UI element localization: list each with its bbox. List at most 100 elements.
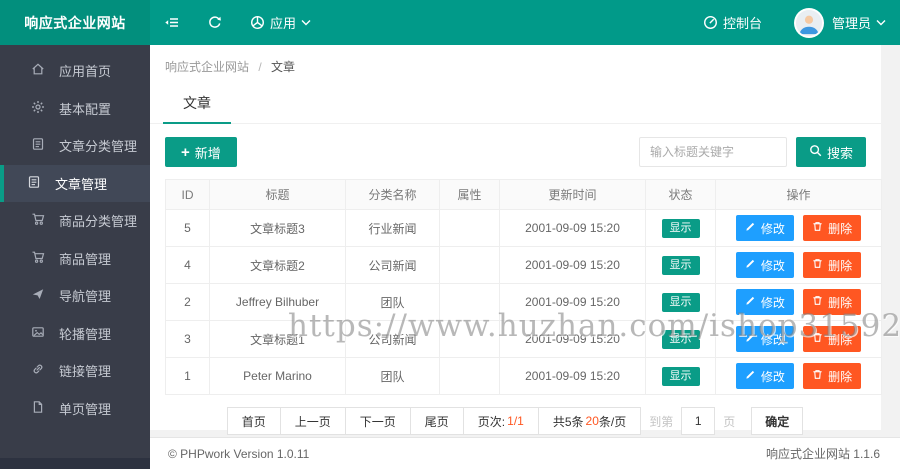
pencil-icon <box>745 221 756 235</box>
delete-button[interactable]: 删除 <box>803 326 862 352</box>
delete-button[interactable]: 删除 <box>803 289 862 315</box>
status-badge[interactable]: 显示 <box>661 329 700 349</box>
cell-updated: 2001-09-09 15:20 <box>499 320 646 358</box>
cell-attr <box>439 209 500 247</box>
table-row: 2 Jeffrey Bilhuber 团队 2001-09-09 15:20 显… <box>165 283 882 321</box>
home-icon <box>31 62 59 79</box>
status-badge[interactable]: 显示 <box>661 255 700 275</box>
refresh-icon <box>207 15 222 30</box>
breadcrumb-root[interactable]: 响应式企业网站 <box>165 60 249 74</box>
goto-confirm-button[interactable]: 确定 <box>751 407 804 435</box>
breadcrumb: 响应式企业网站 / 文章 <box>150 45 881 84</box>
sidebar-item-product-category[interactable]: 商品分类管理 <box>0 202 150 240</box>
status-badge[interactable]: 显示 <box>661 366 700 386</box>
sidebar-item-article-category[interactable]: 文章分类管理 <box>0 127 150 165</box>
delete-button[interactable]: 删除 <box>803 252 862 278</box>
refresh-button[interactable] <box>193 0 236 45</box>
sidebar-item-label: 基本配置 <box>59 101 112 117</box>
edit-button[interactable]: 修改 <box>735 326 794 352</box>
cell-id: 2 <box>165 283 210 321</box>
sidebar-item-label: 链接管理 <box>59 364 112 380</box>
cell-title: Peter Marino <box>209 357 346 395</box>
tab-articles[interactable]: 文章 <box>163 84 231 124</box>
search-button[interactable]: 搜索 <box>795 137 866 167</box>
console-icon <box>703 15 718 30</box>
status-badge[interactable]: 显示 <box>661 292 700 312</box>
col-actions: 操作 <box>715 179 882 210</box>
goto-label: 到第 <box>649 414 674 429</box>
cell-title: 文章标题2 <box>209 246 346 284</box>
cell-title: 文章标题1 <box>209 320 346 358</box>
add-button[interactable]: + 新增 <box>165 137 237 167</box>
status-badge[interactable]: 显示 <box>661 218 700 238</box>
pencil-icon <box>745 295 756 309</box>
sidebar-item-link-manage[interactable]: 链接管理 <box>0 352 150 390</box>
delete-button[interactable]: 删除 <box>803 215 862 241</box>
per-page-value: 20 <box>585 414 599 428</box>
admin-menu[interactable]: 管理员 <box>832 0 886 45</box>
sidebar-item-label: 商品管理 <box>59 251 112 267</box>
gear-icon <box>31 100 59 117</box>
collapse-sidebar-button[interactable] <box>150 0 193 45</box>
trash-icon <box>812 369 823 383</box>
article-icon <box>27 175 55 192</box>
trash-icon <box>812 332 823 346</box>
chevron-down-icon <box>301 19 311 26</box>
cell-attr <box>439 357 500 395</box>
goto-page-input[interactable] <box>681 407 716 435</box>
breadcrumb-separator: / <box>258 60 262 74</box>
cell-title: Jeffrey Bilhuber <box>209 283 346 321</box>
sidebar-item-page-manage[interactable]: 单页管理 <box>0 390 150 428</box>
cell-updated: 2001-09-09 15:20 <box>499 283 646 321</box>
edit-button[interactable]: 修改 <box>735 363 794 389</box>
cell-category: 团队 <box>345 357 440 395</box>
toolbar: + 新增 搜索 <box>150 124 881 179</box>
avatar[interactable] <box>793 7 824 38</box>
table-row: 5 文章标题3 行业新闻 2001-09-09 15:20 显示 修改 删除 <box>165 209 882 247</box>
delete-button[interactable]: 删除 <box>803 363 862 389</box>
page-next-button[interactable]: 下一页 <box>344 407 411 435</box>
cell-updated: 2001-09-09 15:20 <box>499 209 646 247</box>
table-row: 3 文章标题1 公司新闻 2001-09-09 15:20 显示 修改 删除 <box>165 320 882 358</box>
sidebar-item-app-home[interactable]: 应用首页 <box>0 52 150 90</box>
top-bar: 响应式企业网站 应用 控制台 管理员 <box>0 0 900 45</box>
cell-category: 团队 <box>345 283 440 321</box>
edit-button[interactable]: 修改 <box>735 215 794 241</box>
sidebar-bottom-strip <box>0 458 150 469</box>
sidebar-item-carousel-manage[interactable]: 轮播管理 <box>0 315 150 353</box>
cell-title: 文章标题3 <box>209 209 346 247</box>
sidebar-item-label: 导航管理 <box>59 289 112 305</box>
sidebar-item-label: 文章分类管理 <box>59 139 138 155</box>
search-input[interactable] <box>638 137 787 167</box>
sidebar-item-nav-manage[interactable]: 导航管理 <box>0 277 150 315</box>
page-first-button[interactable]: 首页 <box>226 407 281 435</box>
cell-attr <box>439 246 500 284</box>
article-category-icon <box>31 137 59 154</box>
breadcrumb-current: 文章 <box>271 60 296 74</box>
cell-attr <box>439 320 500 358</box>
pagination: 首页 上一页 下一页 尾页 页次: 1/1 共5条 20 条/页 到第 页 确定 <box>150 407 881 435</box>
footer: © PHPwork Version 1.0.11 响应式企业网站 1.1.6 <box>150 437 900 469</box>
cell-id: 5 <box>165 209 210 247</box>
console-button[interactable]: 控制台 <box>689 0 776 45</box>
table-header-row: ID 标题 分类名称 属性 更新时间 状态 操作 <box>165 179 882 210</box>
cell-updated: 2001-09-09 15:20 <box>499 357 646 395</box>
trash-icon <box>812 221 823 235</box>
edit-button[interactable]: 修改 <box>735 252 794 278</box>
table-row: 4 文章标题2 公司新闻 2001-09-09 15:20 显示 修改 删除 <box>165 246 882 284</box>
sidebar-item-label: 单页管理 <box>59 401 112 417</box>
cell-category: 公司新闻 <box>345 320 440 358</box>
page-last-button[interactable]: 尾页 <box>409 407 464 435</box>
edit-button[interactable]: 修改 <box>735 289 794 315</box>
page-prev-button[interactable]: 上一页 <box>279 407 346 435</box>
admin-label: 管理员 <box>831 16 871 31</box>
sidebar-item-product-manage[interactable]: 商品管理 <box>0 240 150 278</box>
col-attr: 属性 <box>439 179 500 210</box>
app-menu[interactable]: 应用 <box>236 0 325 45</box>
page-value: 1/1 <box>507 414 524 428</box>
sidebar-item-article-manage[interactable]: 文章管理 <box>0 164 150 202</box>
sidebar-item-label: 轮播管理 <box>59 326 112 342</box>
link-icon <box>31 362 59 379</box>
sidebar-item-basic-config[interactable]: 基本配置 <box>0 90 150 128</box>
chevron-down-icon <box>876 19 886 26</box>
